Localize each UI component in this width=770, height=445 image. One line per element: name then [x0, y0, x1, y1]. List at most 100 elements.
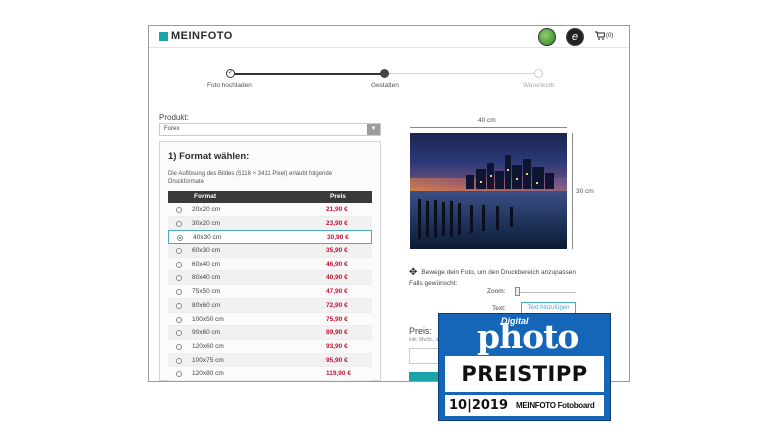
- format-size: 60x40 cm: [192, 260, 221, 268]
- move-hint: ✥ Bewege dein Foto, um den Druckbereich …: [409, 267, 576, 278]
- format-row[interactable]: 20x20 cm 21,90 €: [168, 203, 372, 217]
- cart-icon: [595, 31, 605, 40]
- format-radio[interactable]: [176, 371, 182, 378]
- award-badge: photo Digital PREISTIPP 10|2019 MEINFOTO…: [438, 313, 611, 421]
- chevron-down-icon[interactable]: ▼: [367, 124, 380, 135]
- format-row[interactable]: 100x75 cm 95,90 €: [168, 353, 372, 368]
- format-row[interactable]: 75x50 cm 47,90 €: [168, 285, 372, 299]
- width-dimension-line: [410, 127, 567, 128]
- format-row[interactable]: 120x80 cm 119,90 €: [168, 367, 372, 381]
- format-price: 89,90 €: [326, 329, 348, 337]
- move-hint-text: Bewege dein Foto, um den Druckbereich an…: [421, 269, 577, 276]
- format-price: 47,90 €: [326, 288, 348, 296]
- height-dimension-line: [572, 133, 573, 249]
- award-issue: 10|2019: [449, 398, 509, 413]
- step-label-design: Gestalten: [371, 82, 399, 89]
- format-size: 100x75 cm: [192, 356, 224, 364]
- format-radio[interactable]: [176, 220, 182, 227]
- zoom-label: Zoom:: [487, 288, 506, 295]
- format-size: 80x60 cm: [192, 301, 221, 309]
- seal-badge-icon[interactable]: [538, 28, 556, 46]
- logo-square-icon: [159, 31, 168, 41]
- format-radio[interactable]: [176, 248, 182, 255]
- format-radio[interactable]: [176, 357, 182, 364]
- format-size: 100x50 cm: [192, 315, 224, 323]
- award-product: MEINFOTO Fotoboard: [516, 401, 595, 410]
- format-title: 1) Format wählen:: [168, 151, 250, 162]
- format-price: 35,90 €: [326, 247, 348, 255]
- award-brand-small: Digital: [501, 316, 529, 326]
- format-price: 119,90 €: [326, 370, 351, 378]
- format-table: Format Preis 20x20 cm 21,90 € 30x20 cm 23,9…: [168, 191, 372, 381]
- price-label: Preis:: [409, 326, 433, 336]
- award-header: photo Digital: [439, 314, 610, 353]
- award-title-box: PREISTIPP: [445, 356, 604, 392]
- format-row[interactable]: 120x60 cm 93,90 €: [168, 339, 372, 354]
- format-row[interactable]: 80x40 cm 40,90 €: [168, 271, 372, 286]
- format-description: Die Auflösung des Bildes (5116 × 3411 Pi…: [168, 171, 333, 185]
- format-price: 21,90 €: [326, 206, 348, 213]
- format-row[interactable]: 100x50 cm 75,90 €: [168, 312, 372, 327]
- award-footer: 10|2019 MEINFOTO Fotoboard: [445, 395, 604, 416]
- format-size: 90x60 cm: [192, 329, 221, 337]
- format-size: 30x20 cm: [192, 219, 221, 227]
- format-radio[interactable]: [177, 235, 183, 242]
- format-table-header: Format Preis: [168, 191, 372, 203]
- step-current-icon[interactable]: [380, 69, 389, 78]
- product-select[interactable]: Forex ▼: [159, 123, 381, 136]
- format-price: 46,90 €: [326, 260, 348, 268]
- format-radio[interactable]: [176, 289, 182, 296]
- step-done-icon[interactable]: ✓: [226, 69, 235, 78]
- format-column-header: Format: [194, 193, 217, 200]
- award-title: PREISTIPP: [461, 362, 588, 386]
- zoom-slider-thumb[interactable]: [515, 287, 520, 296]
- format-radio[interactable]: [176, 207, 182, 213]
- format-price: 75,90 €: [326, 315, 348, 323]
- format-row[interactable]: 40x30 cm 30,90 €: [168, 230, 372, 245]
- format-price: 93,90 €: [326, 342, 348, 350]
- format-price: 30,90 €: [327, 234, 349, 242]
- move-arrows-icon: ✥: [409, 267, 418, 278]
- format-radio[interactable]: [176, 343, 182, 350]
- format-size: 120x60 cm: [192, 342, 224, 350]
- format-row[interactable]: 80x60 cm 72,90 €: [168, 298, 372, 313]
- product-label: Produkt:: [159, 113, 189, 122]
- format-size: 40x30 cm: [193, 234, 222, 242]
- step-label-upload[interactable]: Foto hochladen: [207, 82, 252, 89]
- step-todo-icon: [534, 69, 543, 78]
- format-panel: 1) Format wählen: Die Auflösung des Bild…: [159, 141, 381, 381]
- cart-button[interactable]: (0): [595, 31, 613, 40]
- format-price: 40,90 €: [326, 274, 348, 282]
- product-select-value: Forex: [164, 126, 180, 132]
- format-radio[interactable]: [176, 261, 182, 268]
- site-header: MEINFOTO e (0): [149, 26, 629, 48]
- format-size: 75x50 cm: [192, 288, 221, 296]
- format-price: 72,90 €: [326, 301, 348, 309]
- step-label-cart: Warenkorb: [523, 82, 555, 89]
- cart-count: (0): [606, 32, 614, 39]
- photo-preview[interactable]: [410, 133, 567, 249]
- logo-text: MEINFOTO: [171, 30, 233, 42]
- optional-label: Falls gewünscht:: [409, 280, 458, 287]
- format-size: 60x30 cm: [192, 247, 221, 255]
- format-size: 20x20 cm: [192, 206, 221, 213]
- format-price: 23,90 €: [326, 219, 348, 227]
- text-label: Text:: [492, 305, 506, 312]
- format-row[interactable]: 60x30 cm 35,90 €: [168, 244, 372, 258]
- height-label: 30 cm: [576, 188, 594, 195]
- format-radio[interactable]: [176, 330, 182, 337]
- zoom-slider-track[interactable]: [516, 292, 576, 293]
- price-column-header: Preis: [330, 193, 346, 200]
- format-row[interactable]: 60x40 cm 46,90 €: [168, 257, 372, 272]
- format-radio[interactable]: [176, 275, 182, 282]
- format-size: 120x80 cm: [192, 370, 224, 378]
- format-price: 95,90 €: [326, 356, 348, 364]
- e-badge-icon[interactable]: e: [566, 28, 584, 46]
- format-row[interactable]: 90x60 cm 89,90 €: [168, 326, 372, 340]
- format-size: 80x40 cm: [192, 274, 221, 282]
- logo[interactable]: MEINFOTO: [159, 30, 233, 42]
- format-radio[interactable]: [176, 316, 182, 323]
- format-radio[interactable]: [176, 302, 182, 309]
- format-row[interactable]: 30x20 cm 23,90 €: [168, 216, 372, 231]
- width-label: 40 cm: [478, 117, 496, 124]
